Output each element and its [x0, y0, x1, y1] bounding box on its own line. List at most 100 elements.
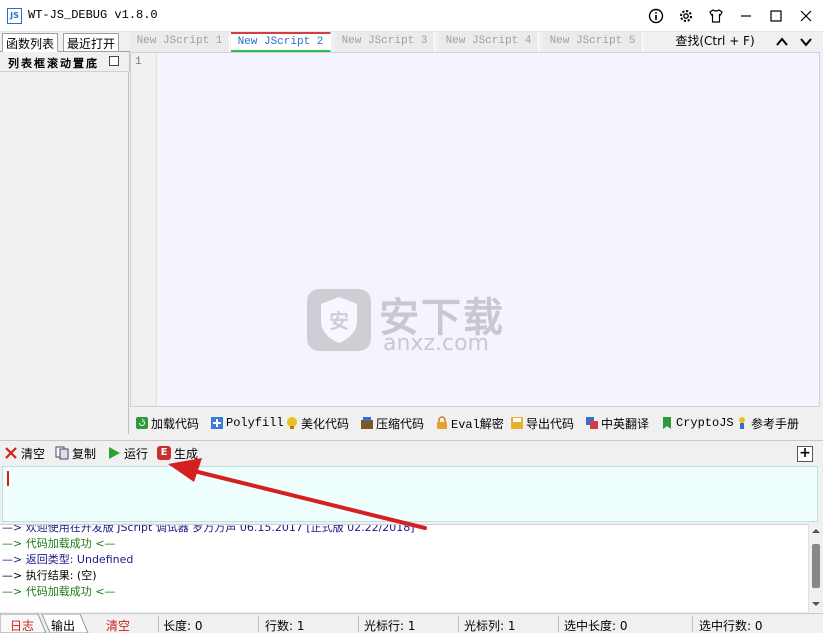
watermark: 安 安下载 anxz.com	[303, 283, 518, 358]
clear-label: 清空	[21, 446, 46, 461]
status-length: 长度: 0	[163, 619, 203, 633]
window-title: WT-JS_DEBUG v1.8.0	[28, 8, 158, 22]
log-line-text: —> 代码加载成功 <—	[2, 585, 116, 598]
function-list[interactable]	[0, 72, 129, 434]
log-output[interactable]: —> 欢迎使用在开发版 JScript 调试器 罗万万声 06.15.2017 …	[0, 524, 808, 612]
status-bar: 日志 输出 清空 长度: 0 行数: 1 光标行: 1 光标列: 1 选中长度:…	[0, 613, 823, 633]
line-number: 1	[135, 56, 142, 68]
shirt-icon	[709, 9, 723, 23]
skin-button[interactable]	[703, 4, 729, 28]
x-icon	[5, 447, 17, 459]
status-lines: 行数: 1	[265, 619, 305, 633]
polyfill-icon	[211, 417, 223, 429]
close-button[interactable]	[793, 4, 819, 28]
manual-button[interactable]: 参考手册	[735, 415, 799, 431]
log-line-text: —> 执行结果: (空)	[2, 569, 97, 582]
add-button[interactable]: +	[797, 446, 813, 462]
chevron-down-icon	[800, 38, 812, 47]
status-divider	[358, 616, 359, 632]
status-divider	[258, 616, 259, 632]
export-icon	[511, 417, 523, 429]
minimize-icon	[741, 15, 751, 17]
list-scroll-label: 列表框滚动置底	[8, 57, 99, 70]
scroll-up-icon	[812, 529, 820, 533]
export-code-label: 导出代码	[526, 416, 575, 431]
polyfill-label: Polyfill	[226, 416, 284, 430]
copy-button[interactable]: 复制	[55, 445, 96, 461]
editor-tabs: New JScript 1 New JScript 2 New JScript …	[130, 32, 823, 52]
title-bar: JS WT-JS_DEBUG v1.8.0	[0, 0, 823, 32]
lock-icon	[437, 416, 447, 429]
tab-script-3[interactable]: New JScript 3	[335, 32, 435, 52]
log-line-text: —> 欢迎使用在开发版 JScript 调试器 罗万万声 06.15.2017 …	[2, 524, 415, 534]
load-code-button[interactable]: 加载代码	[135, 415, 199, 431]
beautify-code-button[interactable]: 美化代码	[285, 415, 349, 431]
load-code-label: 加载代码	[151, 416, 200, 431]
beautify-icon	[287, 417, 297, 429]
gear-icon	[680, 10, 692, 22]
find-button[interactable]: 查找(Ctrl + F)	[662, 32, 768, 52]
maximize-icon	[770, 10, 782, 22]
tab-function-list[interactable]: 函数列表	[2, 33, 59, 52]
compress-code-button[interactable]: 压缩代码	[360, 415, 424, 431]
status-sel-length: 选中长度: 0	[564, 619, 628, 633]
maximize-button[interactable]	[763, 4, 789, 28]
cryptojs-button[interactable]: CryptoJS	[660, 415, 734, 431]
export-code-button[interactable]: 导出代码	[510, 415, 574, 431]
generate-button[interactable]: E 生成	[157, 445, 198, 461]
tab-recent-open[interactable]: 最近打开	[63, 33, 120, 52]
compress-code-label: 压缩代码	[376, 416, 425, 431]
log-line: —> 返回类型: Undefined	[2, 551, 133, 567]
code-toolbar: 加载代码 Polyfill 美化代码 压缩代码 Eval解密 导出代码 中英翻译…	[130, 410, 823, 436]
chevron-up-icon	[776, 37, 788, 46]
clear-log-button[interactable]: 清空	[106, 617, 130, 633]
log-line: —> 代码加载成功 <—	[2, 583, 115, 599]
cryptojs-label: CryptoJS	[676, 416, 734, 430]
scroll-thumb[interactable]	[812, 544, 820, 588]
tab-output[interactable]: 输出	[51, 617, 75, 633]
status-divider	[158, 616, 159, 632]
generate-label: 生成	[174, 446, 199, 461]
tab-script-5[interactable]: New JScript 5	[543, 32, 643, 52]
command-input[interactable]	[2, 466, 818, 522]
left-panel-tabs: 函数列表 最近打开	[0, 32, 130, 52]
beautify-code-label: 美化代码	[301, 416, 350, 431]
close-icon	[800, 10, 812, 22]
status-divider	[558, 616, 559, 632]
load-icon	[136, 417, 148, 429]
watermark-sub: anxz.com	[383, 331, 489, 356]
status-cursor-row: 光标行: 1	[364, 619, 416, 633]
scroll-bottom-checkbox[interactable]	[109, 56, 119, 66]
manual-icon	[739, 417, 745, 429]
run-button[interactable]: 运行	[107, 445, 148, 461]
text-cursor	[7, 471, 9, 486]
code-editor[interactable]: 1 安 安下载 anxz.com	[130, 52, 820, 407]
tab-log[interactable]: 日志	[10, 617, 34, 633]
polyfill-button[interactable]: Polyfill	[210, 415, 284, 431]
clear-button[interactable]: 清空	[4, 445, 45, 461]
line-gutter: 1	[131, 53, 157, 406]
translate-button[interactable]: 中英翻译	[585, 415, 649, 431]
log-line: —> 代码加载成功 <—	[2, 535, 115, 551]
next-button[interactable]	[798, 34, 814, 50]
tab-script-2[interactable]: New JScript 2	[231, 32, 331, 52]
tab-script-4[interactable]: New JScript 4	[439, 32, 539, 52]
scroll-down-icon	[812, 602, 820, 606]
status-sel-lines: 选中行数: 0	[699, 619, 763, 633]
settings-button[interactable]	[673, 4, 699, 28]
minimize-button[interactable]	[733, 4, 759, 28]
manual-label: 参考手册	[751, 416, 800, 431]
log-line: —> 欢迎使用在开发版 JScript 调试器 罗万万声 06.15.2017 …	[2, 524, 415, 535]
prev-button[interactable]	[774, 34, 790, 50]
tab-script-1[interactable]: New JScript 1	[130, 32, 230, 52]
list-scroll-header: 列表框滚动置底	[0, 52, 130, 72]
log-scrollbar[interactable]	[808, 524, 823, 612]
status-divider	[458, 616, 459, 632]
log-line-text: —> 代码加载成功 <—	[2, 537, 116, 550]
translate-label: 中英翻译	[601, 416, 650, 431]
status-cursor-col: 光标列: 1	[464, 619, 516, 633]
eval-decrypt-button[interactable]: Eval解密	[435, 415, 504, 432]
info-icon	[648, 8, 664, 24]
info-button[interactable]	[643, 4, 669, 28]
compress-icon	[361, 417, 373, 429]
